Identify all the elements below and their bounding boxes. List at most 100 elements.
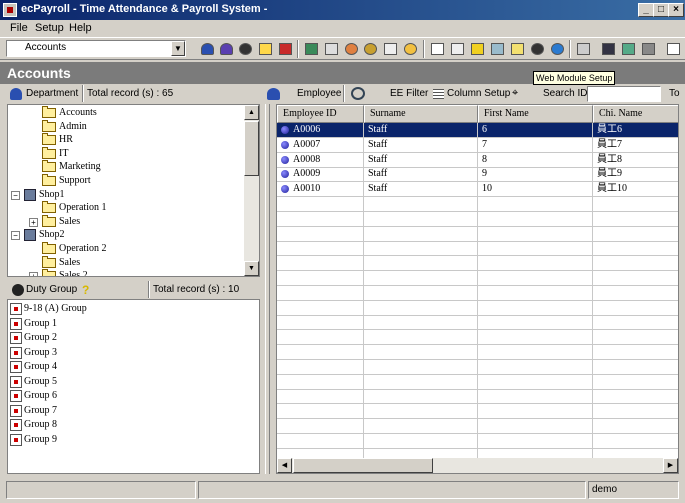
cell-text: A0010 [293, 183, 321, 195]
schedule-icon[interactable] [342, 40, 361, 58]
panel-splitter[interactable] [265, 104, 270, 474]
department-select[interactable]: Accounts ▼ [6, 40, 186, 57]
department-label: Department [26, 88, 79, 99]
main-toolbar: Accounts ▼ [0, 37, 685, 60]
calculator-icon[interactable] [302, 40, 321, 58]
calendar-icon [10, 419, 22, 431]
home-icon[interactable] [508, 40, 527, 58]
empty-cell [593, 241, 678, 257]
chevron-down-icon[interactable]: ▼ [171, 41, 185, 56]
mail-icon[interactable] [448, 40, 467, 58]
search-id-label: Search ID [543, 88, 588, 99]
folder-icon[interactable] [256, 40, 275, 58]
monitor-icon[interactable] [599, 40, 618, 58]
employee-icon[interactable] [267, 88, 280, 100]
printer-icon[interactable] [574, 40, 593, 58]
department-header: Department Total record (s) : 65 [7, 85, 260, 103]
collapse-icon[interactable]: − [11, 231, 20, 241]
empty-cell [277, 345, 364, 360]
column-setup-button[interactable]: Column Setup [447, 88, 510, 99]
minimize-button[interactable]: _ [638, 3, 654, 17]
app-icon[interactable] [3, 3, 17, 17]
maximize-button[interactable]: □ [653, 3, 669, 17]
scroll-up-icon[interactable]: ▲ [244, 105, 259, 120]
table-cell[interactable]: 10 [478, 182, 593, 198]
expand-icon[interactable]: + [29, 217, 38, 227]
close-button[interactable]: × [668, 3, 684, 17]
employee-id-cell[interactable]: A0009 [277, 167, 364, 183]
table-cell[interactable]: 7 [478, 137, 593, 153]
approve-icon[interactable] [381, 40, 400, 58]
table-cell[interactable]: 員工7 [593, 138, 678, 153]
table-cell[interactable]: Staff [364, 167, 478, 183]
table-cell[interactable]: Staff [364, 182, 478, 198]
column-header[interactable]: First Name [478, 105, 593, 123]
employee-button[interactable]: Employee [297, 88, 341, 99]
empty-cell [277, 419, 364, 434]
expand-icon[interactable]: + [29, 272, 38, 276]
table-cell[interactable]: Staff [364, 152, 478, 168]
column-header[interactable]: Chi. Name [593, 105, 678, 123]
column-header[interactable]: Surname [364, 105, 478, 123]
copy-icon[interactable] [428, 40, 447, 58]
cell-text: 10 [482, 183, 492, 195]
report-icon[interactable] [322, 40, 341, 58]
employee-id-cell[interactable]: A0010 [277, 182, 364, 198]
table-cell[interactable]: 員工10 [593, 182, 678, 198]
scroll-thumb[interactable] [244, 121, 259, 176]
department-tree[interactable]: Accounts Admin HR IT Marketing Support − Shop1 O… [7, 104, 260, 277]
table-cell[interactable]: Staff [364, 137, 478, 153]
menu-file[interactable]: File [10, 22, 28, 34]
scroll-right-icon[interactable]: ▶ [663, 458, 678, 473]
document-icon[interactable] [664, 40, 683, 58]
employee-id-cell[interactable]: A0006 [277, 123, 364, 138]
cell-text: Staff [368, 138, 388, 150]
duty-group-item-label: Group 5 [24, 375, 58, 387]
menu-setup[interactable]: Setup [35, 22, 64, 34]
menu-help[interactable]: Help [69, 22, 92, 34]
tools-icon[interactable] [639, 40, 658, 58]
ee-filter-button[interactable]: EE Filter [390, 88, 428, 99]
scroll-down-icon[interactable]: ▼ [244, 261, 259, 276]
web-user-icon[interactable] [528, 40, 547, 58]
table-cell[interactable]: 員工9 [593, 167, 678, 183]
scroll-thumb[interactable] [293, 458, 433, 473]
table-cell[interactable]: 6 [478, 123, 593, 138]
binoculars-icon[interactable]: ⌖ [512, 88, 525, 99]
shop-icon[interactable] [276, 40, 295, 58]
employee-id-cell[interactable]: A0007 [277, 137, 364, 153]
cell-text: 員工7 [597, 138, 622, 150]
table-cell[interactable]: Staff [364, 123, 478, 138]
user-icon[interactable] [236, 40, 255, 58]
folder-icon [42, 214, 56, 227]
network-icon[interactable] [488, 40, 507, 58]
cell-text: Staff [368, 153, 388, 165]
settings-icon[interactable] [361, 40, 380, 58]
table-cell[interactable]: 8 [478, 152, 593, 168]
empty-cell [277, 389, 364, 405]
table-cell[interactable]: 員工8 [593, 153, 678, 168]
empty-cell [364, 211, 478, 227]
duty-group-list[interactable]: 9-18 (A) Group Group 1 Group 2 Group 3 Group… [7, 299, 260, 474]
status-panel [198, 481, 586, 499]
lightning-icon[interactable] [468, 40, 487, 58]
employee-grid[interactable]: Employee ID Surname First Name Chi. Name A00… [276, 104, 679, 474]
export-icon[interactable] [619, 40, 638, 58]
table-cell[interactable]: 員工6 [593, 123, 678, 138]
search-id-input[interactable] [587, 86, 661, 102]
clock-icon[interactable] [401, 40, 420, 58]
empty-cell [364, 271, 478, 286]
group-icon[interactable] [217, 40, 236, 58]
column-header[interactable]: Employee ID [277, 105, 364, 123]
scroll-left-icon[interactable]: ◀ [277, 458, 292, 473]
search-icon[interactable] [351, 87, 365, 100]
table-cell[interactable]: 9 [478, 167, 593, 183]
column-setup-icon[interactable] [433, 89, 444, 99]
tree-scrollbar[interactable]: ▲ ▼ [244, 105, 259, 276]
grid-horizontal-scrollbar[interactable]: ◀ ▶ [277, 458, 678, 473]
employee-id-cell[interactable]: A0008 [277, 152, 364, 168]
collapse-icon[interactable]: − [11, 190, 20, 200]
employee-icon[interactable] [198, 40, 217, 58]
globe-icon[interactable] [548, 40, 567, 58]
empty-cell [478, 271, 593, 286]
